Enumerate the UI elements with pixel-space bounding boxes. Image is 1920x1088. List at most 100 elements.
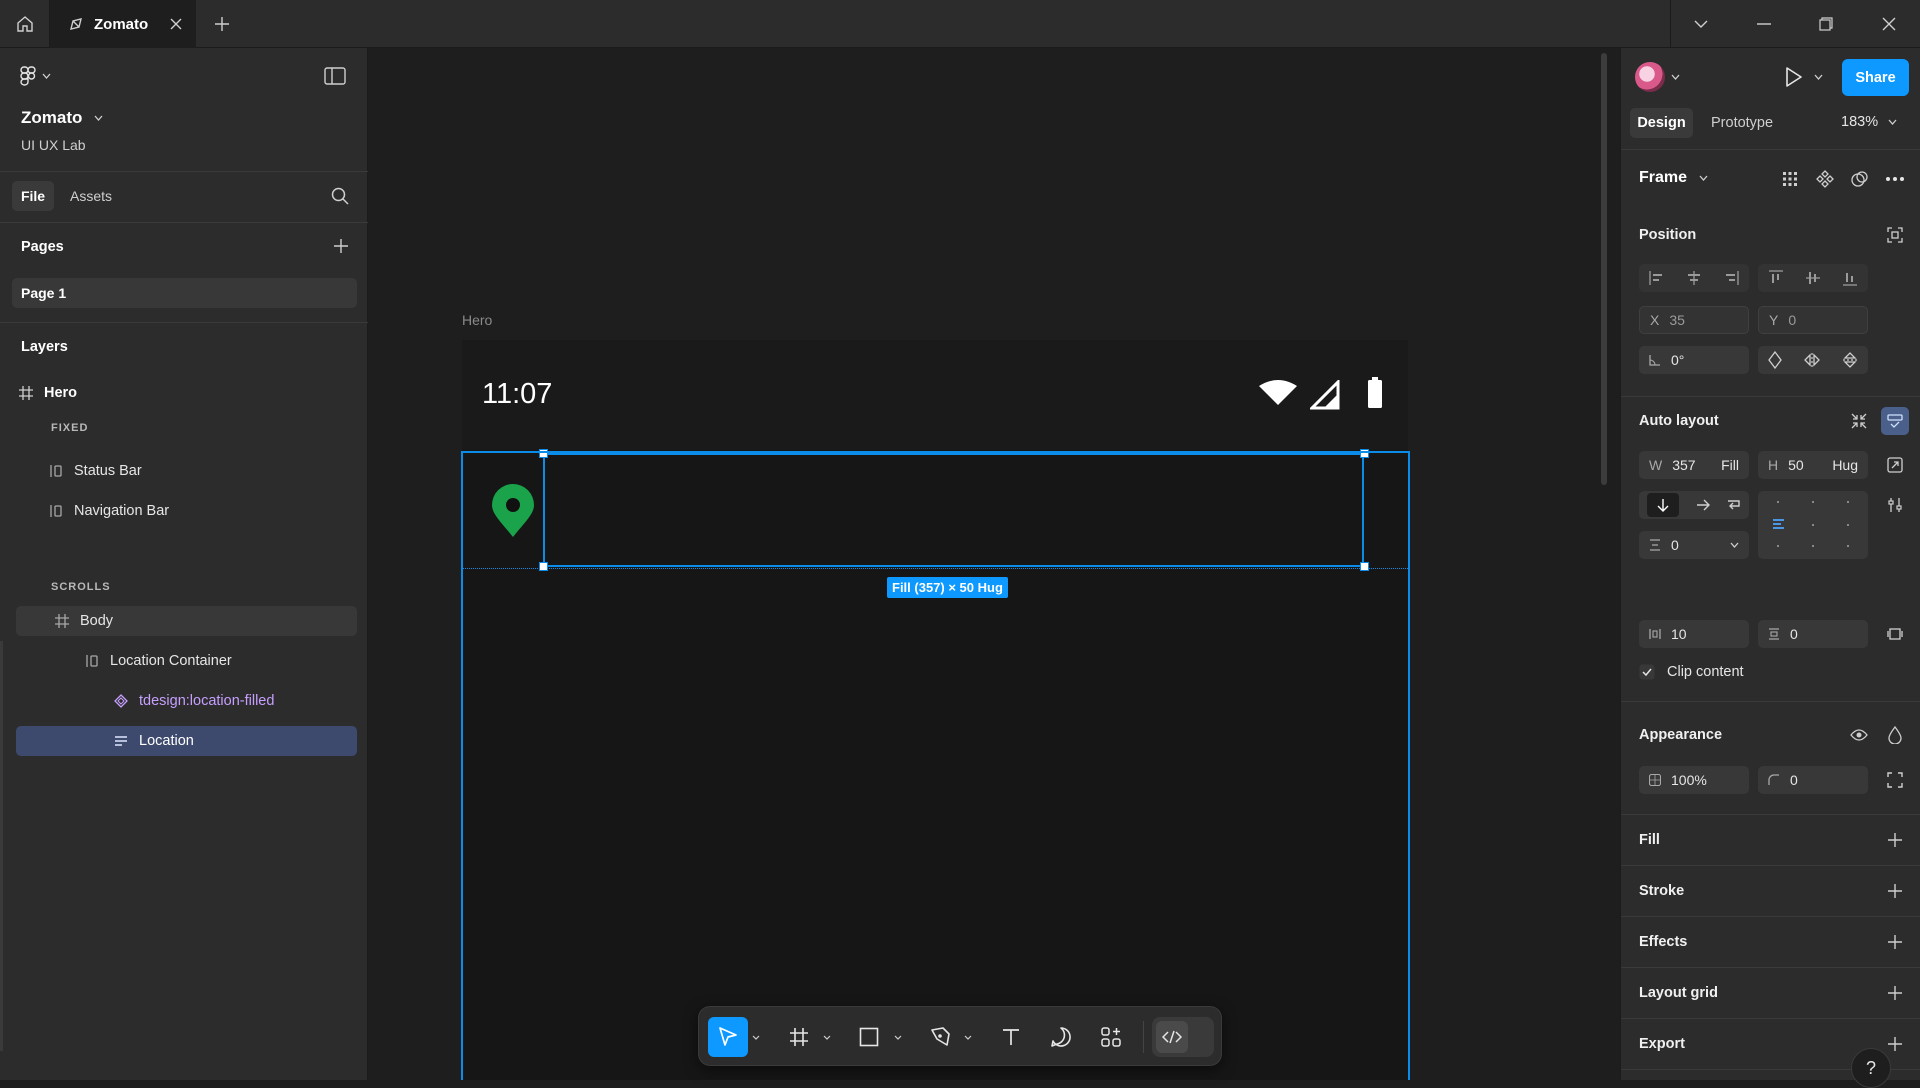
- add-page-button[interactable]: [333, 238, 349, 254]
- tab-design[interactable]: Design: [1630, 108, 1693, 138]
- avatar: [1635, 62, 1665, 92]
- add-fill-button[interactable]: [1881, 826, 1909, 854]
- layer-location-icon[interactable]: tdesign:location-filled: [16, 686, 357, 716]
- stroke-section-title: Stroke: [1639, 883, 1685, 899]
- actions-tool-button[interactable]: [1091, 1017, 1131, 1057]
- search-button[interactable]: [331, 187, 349, 205]
- main-menu-button[interactable]: [20, 66, 51, 86]
- layout-grid-button[interactable]: [1776, 165, 1804, 193]
- create-component-button[interactable]: [1811, 165, 1839, 193]
- close-window-button[interactable]: [1858, 0, 1920, 48]
- tab-prototype[interactable]: Prototype: [1711, 115, 1773, 131]
- home-button[interactable]: [0, 0, 50, 48]
- new-tab-button[interactable]: [210, 12, 234, 36]
- flip-horizontal-icon[interactable]: [1803, 352, 1821, 368]
- horizontal-direction-icon[interactable]: [1696, 499, 1710, 511]
- align-right-icon[interactable]: [1722, 270, 1740, 286]
- move-tool-dropdown[interactable]: [749, 1017, 763, 1057]
- frame-label[interactable]: Hero: [462, 312, 492, 328]
- corner-radius-field[interactable]: 0: [1758, 766, 1868, 794]
- vertical-direction-icon[interactable]: [1647, 493, 1680, 517]
- blend-mode-button[interactable]: [1881, 721, 1909, 749]
- add-effect-button[interactable]: [1881, 928, 1909, 956]
- present-button[interactable]: [1785, 67, 1803, 87]
- add-stroke-button[interactable]: [1881, 877, 1909, 905]
- rotation-field[interactable]: 0°: [1639, 346, 1749, 374]
- individual-padding-button[interactable]: [1881, 620, 1909, 648]
- dev-mode-toggle[interactable]: [1152, 1017, 1214, 1057]
- x-position-field[interactable]: X 35: [1639, 306, 1749, 334]
- h-mode[interactable]: Hug: [1832, 457, 1858, 473]
- flip-vertical-icon[interactable]: [1842, 351, 1858, 369]
- layer-navigation-bar[interactable]: Navigation Bar: [46, 496, 357, 526]
- add-layout-grid-button[interactable]: [1881, 979, 1909, 1007]
- toggle-sidebar-button[interactable]: [324, 67, 346, 85]
- align-middle-vertical-icon[interactable]: [1805, 269, 1821, 287]
- auto-layout-settings-button[interactable]: [1881, 407, 1909, 435]
- shape-tool-dropdown[interactable]: [891, 1017, 905, 1057]
- move-tool-button[interactable]: [708, 1017, 748, 1057]
- plus-icon: [1888, 884, 1902, 898]
- align-top-icon[interactable]: [1768, 269, 1784, 287]
- layer-status-bar[interactable]: Status Bar: [46, 456, 357, 486]
- file-name-button[interactable]: Zomato: [21, 108, 103, 128]
- clip-content-checkbox[interactable]: Clip content: [1639, 664, 1744, 680]
- present-dropdown[interactable]: [1814, 74, 1823, 80]
- left-panel-scrollbar[interactable]: [0, 641, 3, 1051]
- status-bar[interactable]: 11:07: [462, 340, 1408, 450]
- alignment-dot: [1812, 524, 1814, 526]
- independent-corners-button[interactable]: [1881, 766, 1909, 794]
- w-mode[interactable]: Fill: [1721, 457, 1739, 473]
- boolean-ops-button[interactable]: [1846, 165, 1874, 193]
- user-menu-button[interactable]: [1635, 62, 1680, 92]
- more-options-button[interactable]: [1881, 165, 1909, 193]
- layer-hero[interactable]: Hero: [16, 378, 357, 408]
- align-bottom-icon[interactable]: [1842, 269, 1858, 287]
- tab-zomato[interactable]: Zomato: [50, 0, 196, 48]
- height-field[interactable]: H 50 Hug: [1758, 451, 1868, 479]
- gap-field[interactable]: 0: [1639, 531, 1749, 559]
- remove-auto-layout-button[interactable]: [1845, 407, 1873, 435]
- close-tab-icon[interactable]: [170, 18, 182, 30]
- chevron-down-icon[interactable]: [1730, 542, 1739, 548]
- opacity-field[interactable]: 100%: [1639, 766, 1749, 794]
- rotate-90-icon[interactable]: [1768, 351, 1783, 369]
- text-tool-button[interactable]: [991, 1017, 1031, 1057]
- y-label: Y: [1769, 312, 1779, 328]
- frame-tool-button[interactable]: [779, 1017, 819, 1057]
- page-item-1[interactable]: Page 1: [12, 278, 357, 308]
- advanced-layout-button[interactable]: [1881, 491, 1909, 519]
- align-center-horizontal-icon[interactable]: [1685, 270, 1703, 286]
- restore-button[interactable]: [1795, 0, 1857, 48]
- y-position-field[interactable]: Y 0: [1758, 306, 1868, 334]
- constraints-button[interactable]: [1881, 221, 1909, 249]
- pen-tool-button[interactable]: [920, 1017, 960, 1057]
- tab-assets[interactable]: Assets: [70, 188, 112, 204]
- layer-location[interactable]: Location: [16, 726, 357, 756]
- help-button[interactable]: ?: [1851, 1048, 1891, 1088]
- alignment-grid[interactable]: [1758, 491, 1868, 559]
- status-time: 11:07: [482, 378, 553, 410]
- wrap-direction-icon[interactable]: [1727, 499, 1741, 511]
- horizontal-padding-field[interactable]: 10: [1639, 620, 1749, 648]
- chevron-down-icon: [894, 1035, 902, 1040]
- size-constraints-button[interactable]: [1881, 451, 1909, 479]
- minimize-button[interactable]: [1733, 0, 1795, 48]
- width-field[interactable]: W 357 Fill: [1639, 451, 1749, 479]
- layer-location-container[interactable]: Location Container: [16, 646, 357, 676]
- frame-type-dropdown[interactable]: Frame: [1639, 169, 1708, 187]
- shape-tool-button[interactable]: [849, 1017, 889, 1057]
- comment-tool-button[interactable]: [1041, 1017, 1081, 1057]
- align-top-left-icon: [1772, 518, 1786, 530]
- vertical-padding-field[interactable]: 0: [1758, 620, 1868, 648]
- tab-file[interactable]: File: [12, 181, 54, 211]
- share-button[interactable]: Share: [1842, 59, 1909, 96]
- align-left-icon[interactable]: [1648, 270, 1666, 286]
- canvas-scrollbar[interactable]: [1601, 53, 1607, 485]
- pen-tool-dropdown[interactable]: [961, 1017, 975, 1057]
- layer-body[interactable]: Body: [16, 606, 357, 636]
- tabs-dropdown-button[interactable]: [1670, 0, 1732, 48]
- zoom-menu[interactable]: 183%: [1841, 114, 1897, 130]
- visibility-button[interactable]: [1845, 721, 1873, 749]
- frame-tool-dropdown[interactable]: [820, 1017, 834, 1057]
